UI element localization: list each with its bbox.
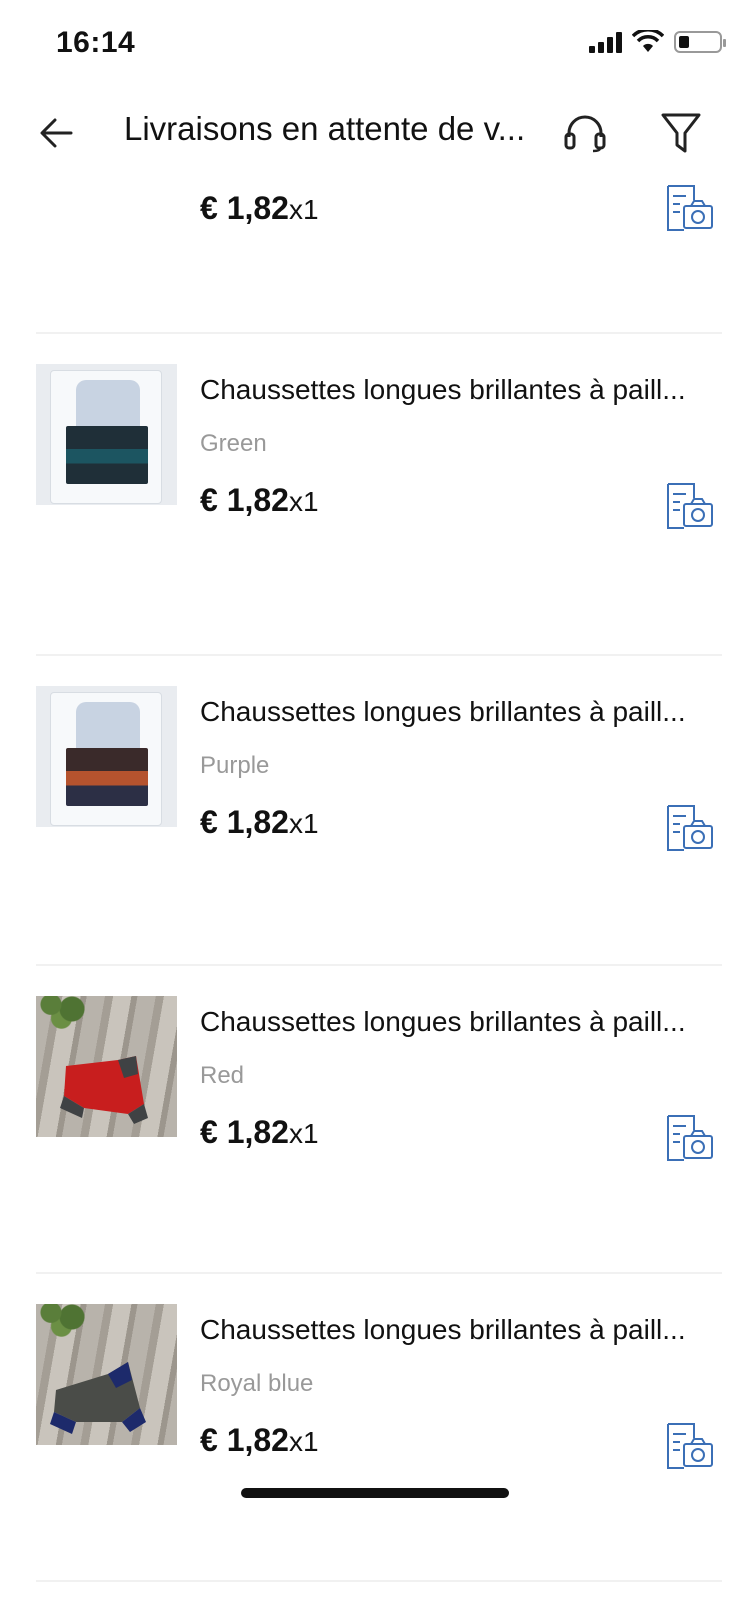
- photo-review-button[interactable]: [664, 482, 714, 530]
- item-quantity: x1: [288, 808, 319, 839]
- nav-bar: Livraisons en attente de v...: [0, 88, 750, 178]
- home-indicator: [241, 1488, 509, 1498]
- item-title: Chaussettes longues brillantes à paill..…: [200, 374, 686, 405]
- photo-review-button[interactable]: [664, 1114, 714, 1162]
- photo-review-icon: [667, 1423, 713, 1469]
- order-item[interactable]: Chaussettes longues brillantes à paill..…: [36, 686, 722, 986]
- divider: [36, 1272, 722, 1274]
- item-variant: Red: [200, 1062, 245, 1089]
- photo-review-icon: [667, 1115, 713, 1161]
- status-bar: 16:14: [0, 0, 750, 88]
- page-title: Livraisons en attente de v...: [124, 110, 526, 147]
- order-item[interactable]: Chaussettes longues brillantes à paill..…: [36, 1304, 722, 1604]
- divider: [36, 1580, 722, 1582]
- status-icons: [589, 30, 726, 54]
- filter-icon: [661, 113, 701, 153]
- customer-service-button[interactable]: [558, 106, 612, 160]
- photo-review-icon: [667, 805, 713, 851]
- divider: [36, 332, 722, 334]
- divider: [36, 654, 722, 656]
- item-price: € 1,82x1: [200, 1114, 319, 1150]
- item-variant: Green: [200, 430, 267, 457]
- product-image: [36, 1304, 177, 1445]
- headset-icon: [564, 115, 606, 153]
- item-price: € 1,82x1: [200, 190, 319, 226]
- item-quantity: x1: [288, 1426, 319, 1457]
- item-quantity: x1: [288, 194, 319, 225]
- item-title: Chaussettes longues brillantes à paill..…: [200, 1314, 686, 1345]
- photo-review-icon: [667, 483, 713, 529]
- item-price: € 1,82x1: [200, 804, 319, 840]
- order-items-list: € 1,82x1 Chaussettes longues brillantes …: [0, 0, 750, 1624]
- item-price: € 1,82x1: [200, 1422, 319, 1458]
- order-item[interactable]: Chaussettes longues brillantes à paill..…: [36, 996, 722, 1296]
- back-button[interactable]: [30, 106, 84, 160]
- order-item[interactable]: Chaussettes longues brillantes à paill..…: [36, 364, 722, 664]
- wifi-icon: [632, 30, 664, 52]
- photo-review-button[interactable]: [664, 804, 714, 852]
- filter-button[interactable]: [654, 106, 708, 160]
- arrow-left-icon: [40, 118, 73, 148]
- item-price: € 1,82x1: [200, 482, 319, 518]
- photo-review-button[interactable]: [664, 184, 714, 232]
- item-variant: Purple: [200, 752, 270, 779]
- item-variant: Royal blue: [200, 1370, 314, 1397]
- divider: [36, 964, 722, 966]
- item-quantity: x1: [288, 486, 319, 517]
- item-title: Chaussettes longues brillantes à paill..…: [200, 1006, 686, 1037]
- battery-icon: [674, 31, 726, 53]
- item-title: Chaussettes longues brillantes à paill..…: [200, 696, 686, 727]
- item-quantity: x1: [288, 1118, 319, 1149]
- photo-review-button[interactable]: [664, 1422, 714, 1470]
- product-image: [36, 364, 177, 505]
- status-time: 16:14: [56, 26, 136, 59]
- photo-review-icon: [667, 185, 713, 231]
- product-image: [36, 996, 177, 1137]
- cellular-signal-icon: [589, 31, 622, 53]
- product-image: [36, 686, 177, 827]
